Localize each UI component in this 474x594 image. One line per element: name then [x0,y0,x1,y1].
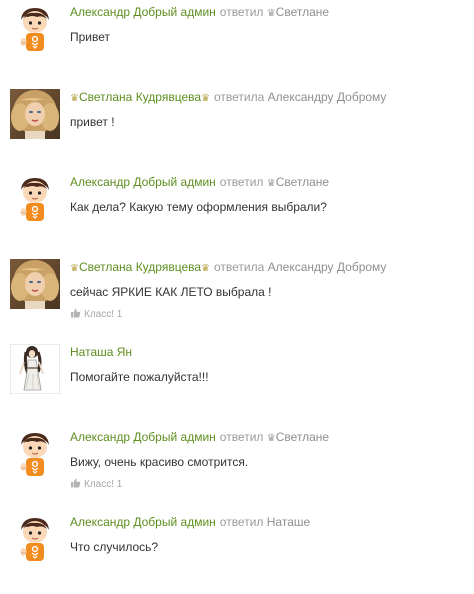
comment-body: ♛Светлана Кудрявцева♛ ответила Александру… [70,89,466,130]
like-count-label: Класс! 1 [84,479,123,490]
odnoklassniki-boy-avatar[interactable] [10,429,60,479]
comment-item: Александр Добрый админ ответил ♛Светлане К… [10,174,466,254]
comment-body: Александр Добрый админ ответил ♛Светлане П… [70,4,466,45]
comment-text: Вижу, очень красиво смотрится. [70,455,249,469]
author-name: Светлана Кудрявцева [78,260,202,274]
comment-meta: Александр Добрый админ ответил Наташе [70,514,466,530]
reply-target-link[interactable]: ♛Светлане [267,5,329,19]
crown-icon: ♛ [201,93,210,104]
fashion-sketch-avatar[interactable] [10,344,60,394]
comment-author-link[interactable]: ♛Светлана Кудрявцева♛ [70,260,210,274]
comment-text: Что случилось? [70,540,159,554]
comment-author-link[interactable]: Наташа Ян [70,345,132,359]
comment-item: Наташа Ян Помогайте пожалуйста!!! [10,344,466,424]
crown-icon: ♛ [70,93,79,104]
reply-target-name: Александру Доброму [267,90,387,104]
like-count-label: Класс! 1 [84,309,123,320]
comment-author-link[interactable]: Александр Добрый админ [70,5,216,19]
comment-author-link[interactable]: Александр Добрый админ [70,175,216,189]
comment-item: Александр Добрый админ ответил ♛Светлане В… [10,429,466,509]
comment-item: ♛Светлана Кудрявцева♛ ответила Александру… [10,259,466,339]
comment-item: Александр Добрый админ ответил Наташе Что … [10,514,466,594]
reply-target-name: Наташе [266,515,311,529]
comment-text: Помогайте пожалуйста!!! [70,370,209,384]
comment-author-link[interactable]: Александр Добрый админ [70,430,216,444]
comment-meta: ♛Светлана Кудрявцева♛ ответила Александру… [70,89,466,105]
reply-target-name: Светлане [275,5,330,19]
reply-verb: ответил [219,175,264,189]
odnoklassniki-boy-avatar[interactable] [10,514,60,564]
comment-text: Как дела? Какую тему оформления выбрали? [70,200,327,214]
comment-body: Александр Добрый админ ответил Наташе Что … [70,514,466,555]
comment-author-link[interactable]: Александр Добрый админ [70,515,216,529]
comment-meta: Александр Добрый админ ответил ♛Светлане [70,429,466,445]
comment-meta: ♛Светлана Кудрявцева♛ ответила Александру… [70,259,466,275]
author-name: Светлана Кудрявцева [78,90,202,104]
crown-icon: ♛ [266,8,276,19]
thumb-up-icon [71,478,81,488]
reply-target-name: Светлане [275,175,330,189]
author-name: Александр Добрый админ [70,515,216,529]
comment-meta: Александр Добрый админ ответил ♛Светлане [70,4,466,20]
woman-photo-avatar[interactable] [10,259,60,309]
crown-icon: ♛ [266,433,276,444]
like-button[interactable]: Класс! 1 [70,308,466,322]
author-name: Александр Добрый админ [70,430,216,444]
comment-body: Александр Добрый админ ответил ♛Светлане В… [70,429,466,492]
comment-text: сейчас ЯРКИЕ КАК ЛЕТО выбрала ! [70,285,272,299]
comment-text: Привет [70,30,111,44]
reply-verb: ответил [219,515,264,529]
author-name: Александр Добрый админ [70,5,216,19]
woman-photo-avatar[interactable] [10,89,60,139]
reply-target-name: Светлане [275,430,330,444]
reply-target-link[interactable]: Александру Доброму [268,260,387,274]
reply-verb: ответил [219,5,264,19]
like-button[interactable]: Класс! 1 [70,478,466,492]
reply-target-name: Александру Доброму [267,260,387,274]
comment-body: Александр Добрый админ ответил ♛Светлане К… [70,174,466,215]
odnoklassniki-boy-avatar[interactable] [10,4,60,54]
odnoklassniki-boy-avatar[interactable] [10,174,60,224]
author-name: Наташа Ян [70,345,133,359]
crown-icon: ♛ [266,178,276,189]
reply-target-link[interactable]: ♛Светлане [267,430,329,444]
thumb-up-icon [71,308,81,318]
comment-text: привет ! [70,115,115,129]
comment-body: ♛Светлана Кудрявцева♛ ответила Александру… [70,259,466,322]
crown-icon: ♛ [201,263,210,274]
comment-body: Наташа Ян Помогайте пожалуйста!!! [70,344,466,385]
reply-target-link[interactable]: Александру Доброму [268,90,387,104]
reply-verb: ответил [219,430,264,444]
reply-verb: ответила [214,90,265,104]
comment-item: Александр Добрый админ ответил ♛Светлане П… [10,4,466,84]
reply-target-link[interactable]: ♛Светлане [267,175,329,189]
comment-author-link[interactable]: ♛Светлана Кудрявцева♛ [70,90,210,104]
author-name: Александр Добрый админ [70,175,216,189]
comment-meta: Александр Добрый админ ответил ♛Светлане [70,174,466,190]
comment-meta: Наташа Ян [70,344,466,360]
comment-item: ♛Светлана Кудрявцева♛ ответила Александру… [10,89,466,169]
crown-icon: ♛ [70,263,79,274]
reply-verb: ответила [214,260,265,274]
comment-thread: Александр Добрый админ ответил ♛Светлане П… [0,0,474,564]
reply-target-link[interactable]: Наташе [267,515,310,529]
